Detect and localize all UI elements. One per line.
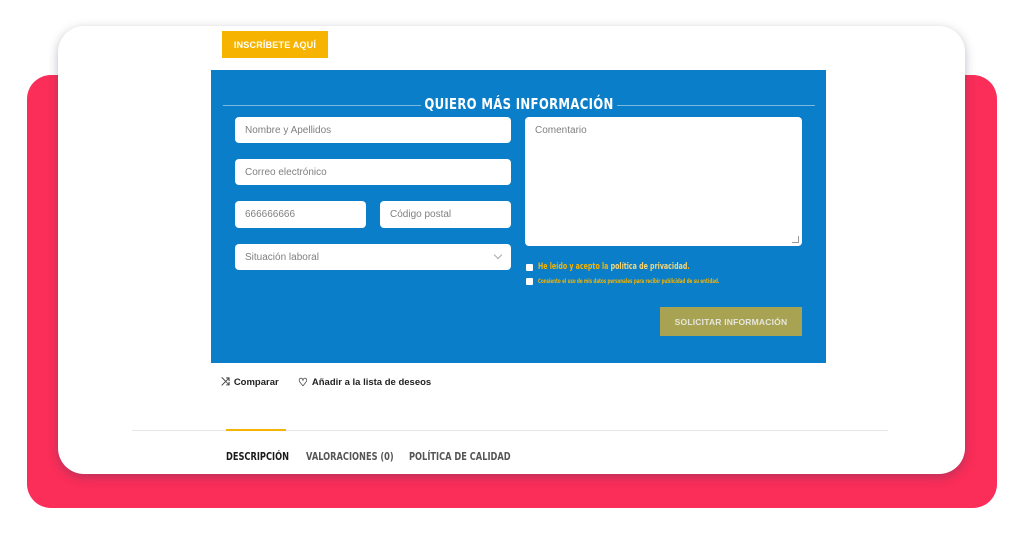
info-request-form: QUIERO MÁS INFORMACIÓN Nombre y Apellido… — [211, 70, 826, 363]
advertising-consent-label: Consiento el uso de mis datos personales… — [538, 277, 720, 285]
tab-description[interactable]: DESCRIPCIÓN — [226, 450, 289, 463]
compare-label: Comparar — [233, 377, 279, 388]
chevron-down-icon — [493, 250, 503, 260]
postal-code-placeholder: Código postal — [390, 209, 452, 220]
active-tab-indicator — [226, 429, 286, 431]
employment-select[interactable]: Situación laboral — [235, 244, 511, 270]
wishlist-link[interactable]: ♡ Añadir a la lista de deseos — [298, 376, 431, 389]
phone-field[interactable]: 666666666 — [235, 201, 366, 228]
email-placeholder: Correo electrónico — [245, 166, 327, 178]
resize-grip-icon[interactable] — [792, 236, 799, 243]
privacy-policy-link[interactable]: política de privacidad — [611, 262, 688, 272]
advertising-checkbox[interactable] — [526, 277, 533, 285]
advertising-consent-row: Consiento el uso de mis datos personales… — [526, 277, 831, 285]
phone-placeholder: 666666666 — [245, 209, 296, 220]
form-title-row: QUIERO MÁS INFORMACIÓN — [223, 95, 815, 113]
form-title: QUIERO MÁS INFORMACIÓN — [424, 95, 614, 113]
postal-code-field[interactable]: Código postal — [380, 201, 511, 228]
privacy-label: He leído y acepto la política de privaci… — [538, 262, 690, 272]
heart-icon: ♡ — [298, 377, 308, 389]
privacy-label-prefix: He leído y acepto la — [538, 262, 611, 272]
name-placeholder: Nombre y Apellidos — [245, 124, 332, 136]
enroll-button[interactable]: INSCRÍBETE AQUÍ — [222, 31, 328, 58]
compare-link[interactable]: ⤨ Comparar — [221, 376, 279, 389]
screenshot-card: INSCRÍBETE AQUÍ QUIERO MÁS INFORMACIÓN N… — [58, 26, 965, 474]
tab-quality-policy[interactable]: POLÍTICA DE CALIDAD — [409, 450, 511, 463]
email-field[interactable]: Correo electrónico — [235, 159, 511, 185]
employment-placeholder: Situación laboral — [245, 251, 319, 263]
shuffle-icon: ⤨ — [221, 376, 230, 388]
comment-placeholder: Comentario — [535, 125, 587, 136]
privacy-checkbox[interactable] — [526, 263, 533, 271]
comment-textarea[interactable]: Comentario — [525, 117, 802, 246]
request-info-button[interactable]: SOLICITAR INFORMACIÓN — [660, 307, 802, 336]
wishlist-label: Añadir a la lista de deseos — [311, 377, 432, 388]
privacy-label-suffix: . — [687, 262, 690, 272]
name-field[interactable]: Nombre y Apellidos — [235, 117, 511, 143]
tab-reviews[interactable]: VALORACIONES (0) — [306, 450, 394, 463]
privacy-consent-row: He leído y acepto la política de privaci… — [526, 262, 755, 272]
